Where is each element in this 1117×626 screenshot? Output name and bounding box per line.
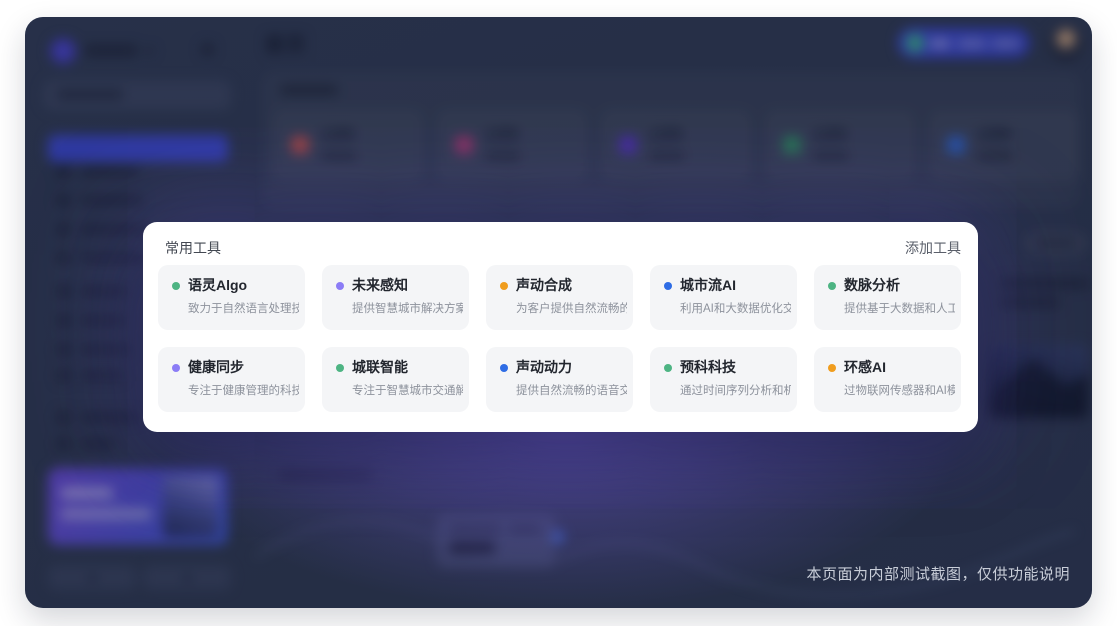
tool-status-dot-icon xyxy=(664,282,672,290)
tool-name: 声动合成 xyxy=(516,275,572,295)
tool-card[interactable]: 城市流AI 利用AI和大数据优化交通流... xyxy=(650,265,797,330)
tool-name: 预科科技 xyxy=(680,357,736,377)
modal-title: 常用工具 xyxy=(165,238,221,258)
app-window: 首页 1289 1289 1289 1289 xyxy=(25,17,1092,608)
tool-name: 城联智能 xyxy=(352,357,408,377)
tool-card[interactable]: 未来感知 提供智慧城市解决方案的创... xyxy=(322,265,469,330)
tool-description: 为客户提供自然流畅的语音... xyxy=(516,300,627,316)
tool-card[interactable]: 健康同步 专注于健康管理的科技公司... xyxy=(158,347,305,412)
tool-description: 专注于智慧城市交通解决方... xyxy=(352,382,463,398)
tool-description: 提供基于大数据和人工智能... xyxy=(844,300,955,316)
tool-status-dot-icon xyxy=(336,364,344,372)
tool-name: 环感AI xyxy=(844,357,886,377)
tool-card[interactable]: 数脉分析 提供基于大数据和人工智能... xyxy=(814,265,961,330)
tool-status-dot-icon xyxy=(828,364,836,372)
tool-status-dot-icon xyxy=(828,282,836,290)
tool-status-dot-icon xyxy=(500,364,508,372)
tool-description: 通过时间序列分析和机器学... xyxy=(680,382,791,398)
tool-description: 专注于健康管理的科技公司... xyxy=(188,382,299,398)
tool-description: 提供自然流畅的语音交互解... xyxy=(516,382,627,398)
tool-card[interactable]: 声动动力 提供自然流畅的语音交互解... xyxy=(486,347,633,412)
tool-description: 致力于自然语言处理技术的... xyxy=(188,300,299,316)
tool-name: 语灵Algo xyxy=(188,275,247,295)
tool-card[interactable]: 声动合成 为客户提供自然流畅的语音... xyxy=(486,265,633,330)
tool-name: 未来感知 xyxy=(352,275,408,295)
tool-description: 提供智慧城市解决方案的创... xyxy=(352,300,463,316)
tool-status-dot-icon xyxy=(172,282,180,290)
tool-card[interactable]: 语灵Algo 致力于自然语言处理技术的... xyxy=(158,265,305,330)
tool-card[interactable]: 预科科技 通过时间序列分析和机器学... xyxy=(650,347,797,412)
tool-status-dot-icon xyxy=(172,364,180,372)
tool-name: 城市流AI xyxy=(680,275,736,295)
tool-name: 数脉分析 xyxy=(844,275,900,295)
tool-status-dot-icon xyxy=(664,364,672,372)
tool-description: 利用AI和大数据优化交通流... xyxy=(680,300,791,316)
tool-card[interactable]: 城联智能 专注于智慧城市交通解决方... xyxy=(322,347,469,412)
tool-status-dot-icon xyxy=(500,282,508,290)
disclaimer-text: 本页面为内部测试截图，仅供功能说明 xyxy=(806,563,1070,584)
tool-status-dot-icon xyxy=(336,282,344,290)
tool-card[interactable]: 环感AI 过物联网传感器和AI模型实... xyxy=(814,347,961,412)
add-tool-button[interactable]: 添加工具 xyxy=(905,238,961,258)
tool-description: 过物联网传感器和AI模型实... xyxy=(844,382,955,398)
common-tools-modal: 常用工具 添加工具 语灵Algo 致力于自然语言处理技术的... 未来感知 提供… xyxy=(143,222,978,432)
tool-name: 声动动力 xyxy=(516,357,572,377)
tool-name: 健康同步 xyxy=(188,357,244,377)
